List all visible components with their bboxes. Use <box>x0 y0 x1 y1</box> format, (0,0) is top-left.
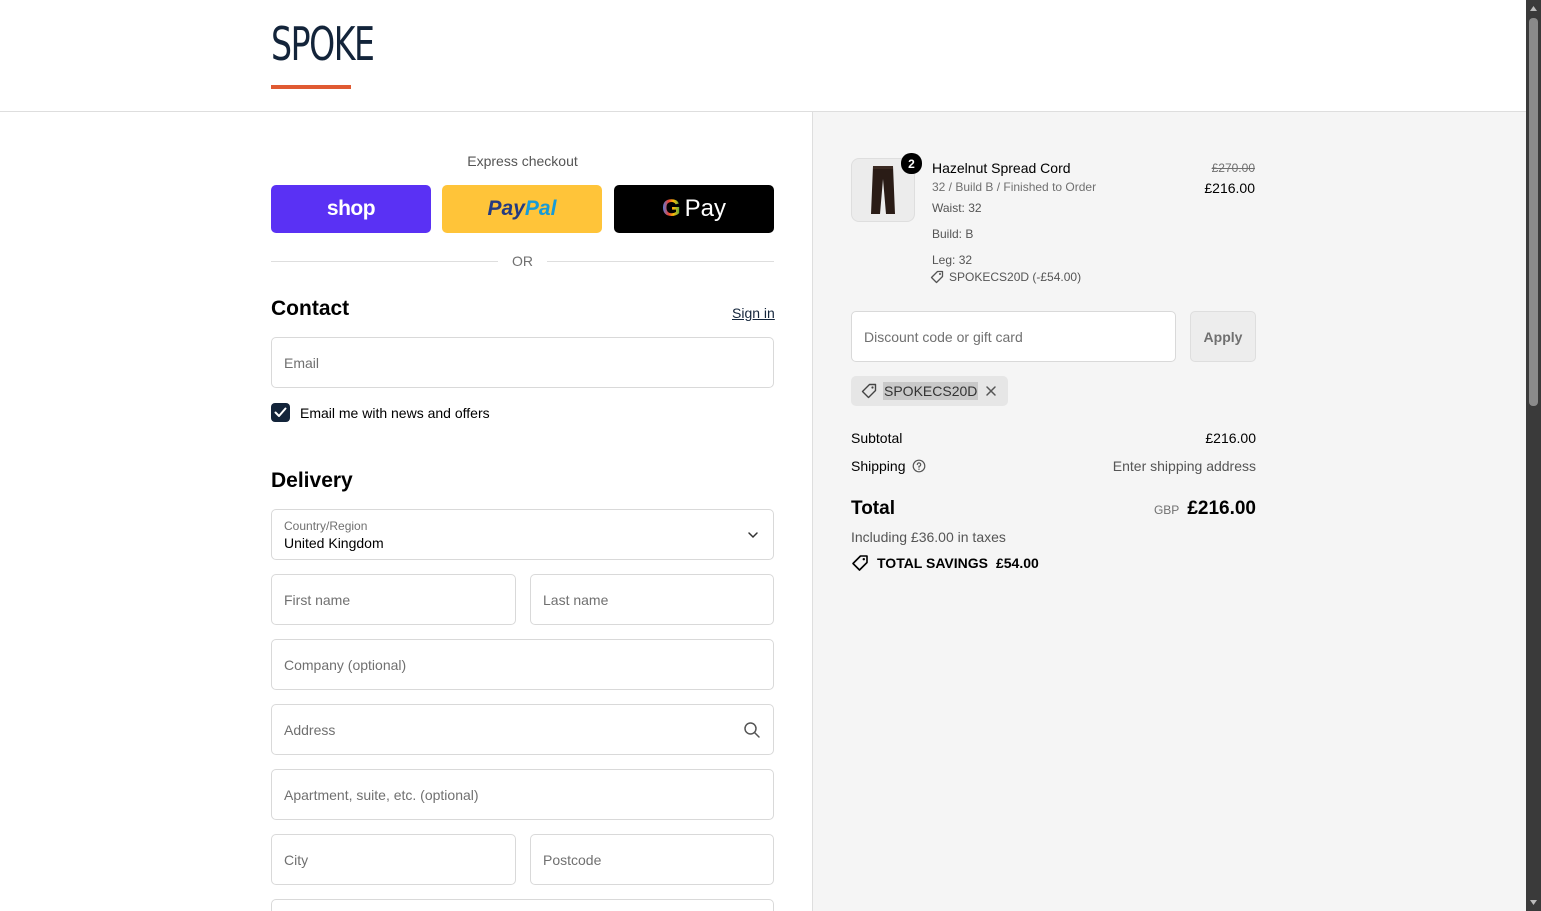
total-savings: TOTAL SAVINGS £54.00 <box>851 554 1039 572</box>
shop-pay-label: shop <box>326 197 376 220</box>
order-summary: 2 Hazelnut Spread Cord 32 / Build B / Fi… <box>812 112 1526 911</box>
product-waist: Waist: 32 <box>932 201 982 215</box>
scroll-down-icon[interactable] <box>1529 898 1538 907</box>
scroll-up-icon[interactable] <box>1529 4 1538 13</box>
or-divider: OR <box>271 252 774 270</box>
logo-text: SPOKE <box>271 17 375 71</box>
city-input[interactable] <box>272 835 515 884</box>
city-field[interactable] <box>271 834 516 885</box>
discount-input[interactable] <box>852 312 1175 361</box>
shipping-label-group: Shipping <box>851 458 926 474</box>
total-label: Total <box>851 498 895 519</box>
tag-icon <box>930 270 944 284</box>
last-name-input[interactable] <box>531 575 773 624</box>
subtotal-row: Subtotal £216.00 <box>851 430 1256 446</box>
newsletter-checkbox[interactable] <box>271 403 290 422</box>
savings-label: TOTAL SAVINGS <box>877 555 988 571</box>
spoke-logo[interactable]: SPOKE <box>271 17 375 90</box>
country-select[interactable]: Country/Region United Kingdom <box>271 509 774 560</box>
applied-code-text: SPOKECS20D <box>883 382 979 400</box>
company-input[interactable] <box>272 640 773 689</box>
product-build: Build: B <box>932 227 974 241</box>
shipping-label: Shipping <box>851 458 906 474</box>
original-price: £270.00 <box>1211 161 1255 175</box>
taxes-note: Including £36.00 in taxes <box>851 529 1006 545</box>
product-leg: Leg: 32 <box>932 253 973 267</box>
page-scrollbar[interactable] <box>1526 0 1541 911</box>
applied-code-chip: SPOKECS20D <box>851 376 1009 406</box>
postcode-input[interactable] <box>531 835 773 884</box>
newsletter-option[interactable]: Email me with news and offers <box>271 403 490 422</box>
email-field[interactable] <box>271 337 774 388</box>
paypal-button[interactable]: PayPal <box>442 185 602 233</box>
shop-pay-button[interactable]: shop <box>271 185 431 233</box>
google-pay-label: G Pay <box>661 195 727 222</box>
google-g-icon: G <box>661 195 681 222</box>
product-variant: 32 / Build B / Finished to Order <box>932 180 1097 194</box>
discount-field[interactable] <box>851 311 1176 362</box>
quantity-badge: 2 <box>901 153 922 174</box>
next-field[interactable] <box>271 899 774 911</box>
express-checkout-title: Express checkout <box>467 153 578 169</box>
delivery-heading: Delivery <box>271 469 353 492</box>
savings-value: £54.00 <box>995 555 1039 571</box>
product-discount: SPOKECS20D (-£54.00) <box>930 270 1081 284</box>
paypal-label: PayPal <box>487 197 557 220</box>
savings-tag-icon <box>852 555 868 571</box>
shipping-value: Enter shipping address <box>1112 458 1256 474</box>
chevron-down-icon <box>748 532 758 539</box>
or-label: OR <box>512 253 533 269</box>
total-row: Total GBP £216.00 <box>851 498 1256 520</box>
product-price: £216.00 <box>1204 180 1255 196</box>
product-discount-label: SPOKECS20D (-£54.00) <box>949 270 1082 284</box>
apartment-input[interactable] <box>272 770 773 819</box>
scrollbar-thumb[interactable] <box>1529 18 1538 406</box>
newsletter-label: Email me with news and offers <box>300 404 490 421</box>
address-input[interactable] <box>272 705 773 754</box>
subtotal-value: £216.00 <box>1205 430 1256 446</box>
trousers-image <box>871 166 895 214</box>
country-value: United Kingdom <box>284 535 384 551</box>
contact-heading: Contact <box>271 297 350 320</box>
address-field[interactable] <box>271 704 774 755</box>
search-icon <box>744 722 760 738</box>
checkout-form: Express checkout shop PayPal G Pay OR Co… <box>0 112 812 911</box>
sign-in-link[interactable]: Sign in <box>732 305 775 321</box>
logo-underline <box>271 85 351 89</box>
apply-button[interactable]: Apply <box>1190 311 1256 362</box>
help-icon[interactable] <box>912 459 926 473</box>
last-name-field[interactable] <box>530 574 774 625</box>
company-field[interactable] <box>271 639 774 690</box>
country-label: Country/Region <box>284 519 368 533</box>
apartment-field[interactable] <box>271 769 774 820</box>
shipping-row: Shipping Enter shipping address <box>851 458 1256 474</box>
postcode-field[interactable] <box>530 834 774 885</box>
page-header: SPOKE <box>0 0 1526 112</box>
google-pay-button[interactable]: G Pay <box>614 185 774 233</box>
currency-code: GBP <box>1153 503 1180 517</box>
first-name-input[interactable] <box>272 575 515 624</box>
first-name-field[interactable] <box>271 574 516 625</box>
email-input[interactable] <box>272 338 773 387</box>
checkmark-icon <box>274 407 287 417</box>
total-amount-group: GBP £216.00 <box>1154 498 1256 520</box>
remove-code-icon[interactable] <box>984 384 998 398</box>
product-name: Hazelnut Spread Cord <box>932 160 1071 176</box>
subtotal-label: Subtotal <box>851 430 903 446</box>
total-value: £216.00 <box>1187 498 1256 519</box>
tag-icon <box>861 383 877 399</box>
